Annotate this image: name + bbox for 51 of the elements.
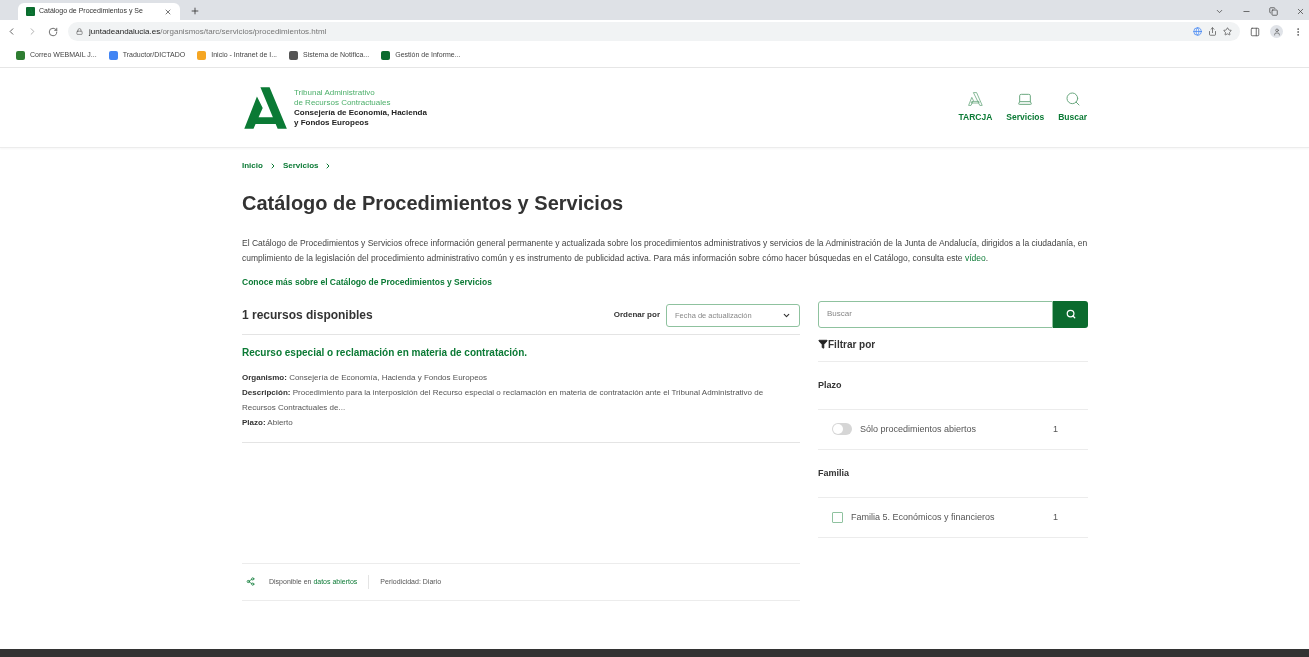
checkbox[interactable] — [832, 511, 843, 523]
logo-text: de Recursos Contractuales — [294, 97, 392, 108]
new-tab-icon[interactable] — [190, 6, 200, 16]
sort-label: Ordenar por — [613, 309, 660, 322]
filter-group-title: Plazo — [818, 378, 842, 392]
filter-icon — [818, 339, 828, 350]
tab-search-icon[interactable] — [1215, 7, 1224, 16]
result-field: Plazo: Abierto — [242, 414, 797, 430]
intro-paragraph: El Catálogo de Procedimientos y Servicios ofrece información general permanente y actualizada sobre los procedimientos administrativos y servicios de la Administración de la Junta de Andalucía, dirigidos a la ciudadanía, en cumplimiento de la legislación del procedimiento administrativo común y es instrumento de publicidad activa. Para más información sobre cómo hacer búsquedas en el Catálogo, consulta este vídeo. — [242, 237, 1088, 265]
search-icon — [1064, 91, 1081, 108]
lock-icon — [76, 28, 83, 35]
profile-icon[interactable] — [1270, 25, 1283, 38]
result-field: Organismo: Consejería de Economía, Hacienda y Fondos Europeos — [242, 369, 797, 385]
logo-icon — [242, 84, 288, 131]
filter-option-label: Familia 5. Económicos y financieros — [851, 510, 996, 524]
search-button[interactable] — [1053, 300, 1088, 328]
video-link[interactable]: vídeo — [964, 253, 986, 263]
filter-title: Filtrar por — [828, 337, 876, 352]
nav-link[interactable]: Buscar — [1058, 91, 1087, 124]
page-title: Catálogo de Procedimientos y Servicios — [242, 191, 625, 216]
url-text: juntadeandalucia.es/organismos/tarc/servicios/procedimientos.html — [89, 25, 327, 38]
result-field: Descripción: Procedimiento para la interposición del Recurso especial o reclamación en materia de contratación ante el Tribunal Administrativo de Recursos Contractuales de... — [242, 384, 797, 415]
more-info-link[interactable]: Conoce más sobre el Catálogo de Procedimientos y Servicios — [242, 276, 492, 289]
share-icon[interactable] — [1208, 27, 1217, 36]
reload-icon[interactable] — [48, 26, 58, 37]
search-icon — [1065, 309, 1076, 320]
favicon-icon — [26, 7, 35, 16]
address-bar[interactable]: juntadeandalucia.es/organismos/tarc/servicios/procedimientos.html — [68, 22, 1240, 41]
filter-option-label: Sólo procedimientos abiertos — [860, 422, 978, 436]
search-field[interactable]: Buscar — [818, 300, 1053, 328]
star-icon[interactable] — [1223, 27, 1232, 36]
restore-icon[interactable] — [1269, 7, 1278, 16]
filter-count: 1 — [1053, 422, 1058, 436]
side-panel-icon[interactable] — [1250, 26, 1260, 37]
logo-text: Consejería de Economía, Hacienda — [294, 107, 427, 118]
results-count: 1 recursos disponibles — [242, 307, 374, 325]
toggle-switch[interactable] — [832, 423, 852, 436]
logo-text: Tribunal Administrativo — [294, 87, 376, 98]
logo-icon — [967, 91, 984, 108]
filter-group-title: Familia — [818, 466, 849, 480]
logo-text: y Fondos Europeos — [294, 117, 370, 128]
breadcrumb-link[interactable]: Servicios — [282, 160, 319, 172]
result-title-link[interactable]: Recurso especial o reclamación en materia de contratación. — [242, 344, 800, 360]
filter-count: 1 — [1053, 510, 1058, 524]
open-data-icon — [246, 577, 255, 587]
nav-link[interactable]: TARCJA — [958, 91, 993, 124]
laptop-icon — [1017, 91, 1034, 108]
close-icon[interactable] — [1296, 7, 1305, 16]
nav-link[interactable]: Servicios — [1006, 91, 1045, 124]
breadcrumb-link[interactable]: Inicio — [242, 160, 263, 172]
close-icon[interactable] — [164, 7, 172, 16]
